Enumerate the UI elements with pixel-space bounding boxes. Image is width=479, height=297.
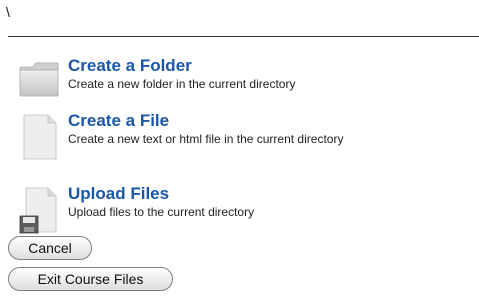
current-path: \ — [6, 4, 10, 20]
create-folder-action[interactable]: Create a Folder Create a new folder in t… — [18, 56, 368, 106]
upload-files-title[interactable]: Upload Files — [68, 184, 368, 204]
create-file-description: Create a new text or html file in the cu… — [68, 132, 344, 146]
create-file-action[interactable]: Create a File Create a new text or html … — [18, 111, 368, 161]
create-folder-description: Create a new folder in the current direc… — [68, 77, 296, 91]
create-folder-title[interactable]: Create a Folder — [68, 56, 368, 76]
upload-icon — [18, 186, 62, 234]
file-icon — [18, 113, 62, 161]
create-file-title[interactable]: Create a File — [68, 111, 368, 131]
upload-files-action[interactable]: Upload Files Upload files to the current… — [18, 184, 368, 234]
exit-course-files-button[interactable]: Exit Course Files — [8, 267, 173, 291]
upload-files-description: Upload files to the current directory — [68, 205, 255, 219]
folder-icon — [18, 58, 62, 106]
cancel-button[interactable]: Cancel — [8, 236, 92, 260]
path-divider — [8, 36, 479, 37]
